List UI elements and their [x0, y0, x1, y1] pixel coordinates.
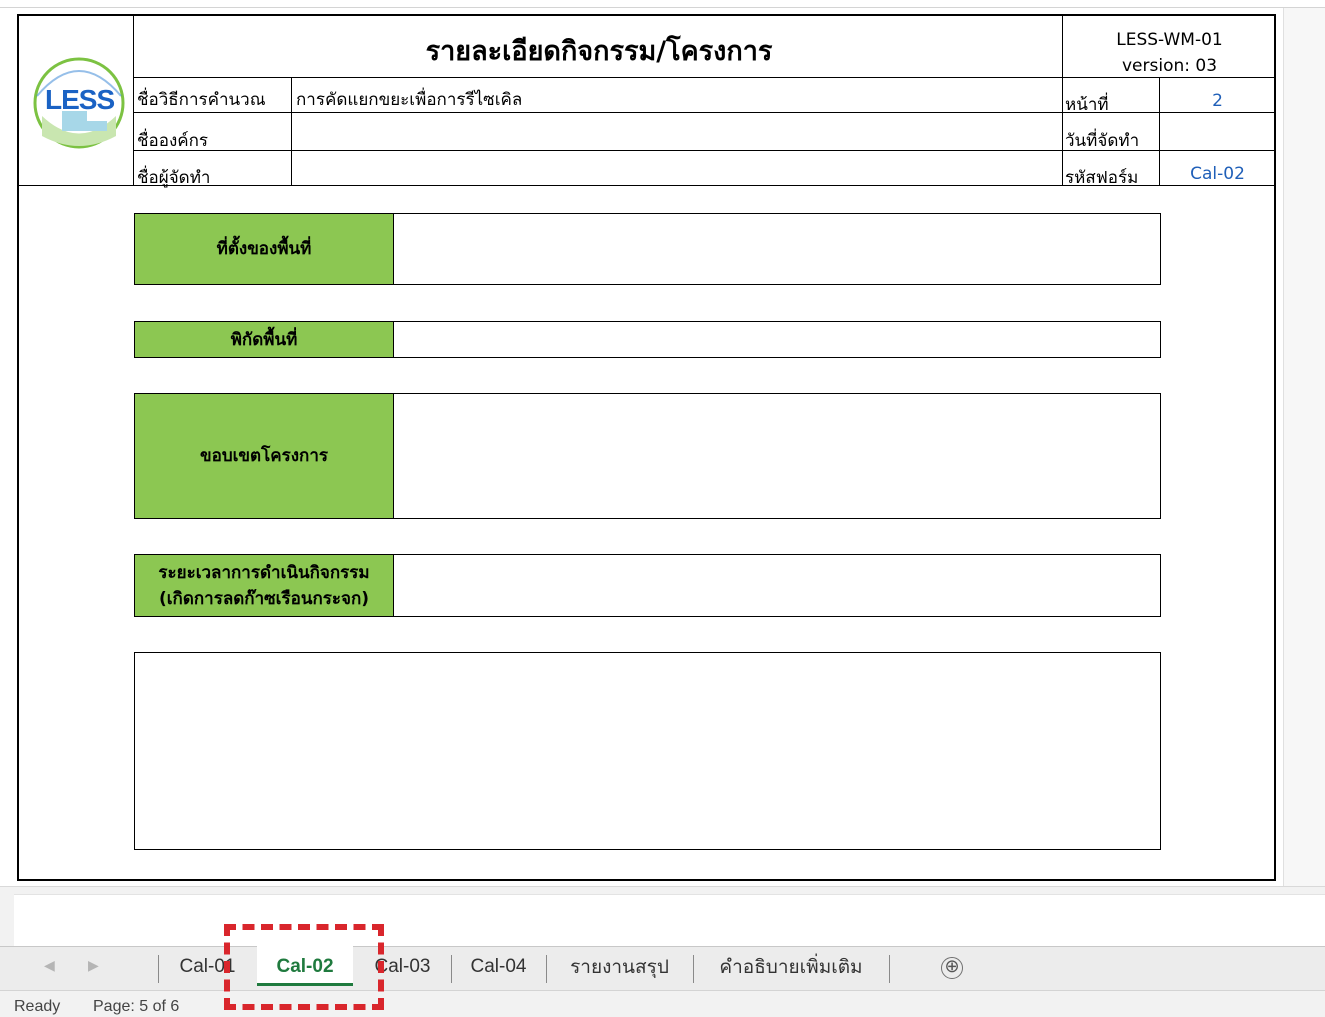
sheet-right-margin	[1283, 8, 1325, 886]
page-title: รายละเอียดกิจกรรม/โครงการ	[425, 36, 773, 67]
tab-cal-04[interactable]: Cal-04	[452, 948, 545, 986]
print-page: LESS รายละเอียดกิจกรรม/โครงการ LESS-WM-0…	[17, 14, 1276, 881]
form-code-label: รหัสฟอร์ม	[1065, 168, 1139, 188]
scroll-left-icon[interactable]: ◀	[44, 958, 55, 974]
location-input[interactable]	[393, 213, 1161, 285]
tab-separator	[158, 955, 159, 983]
status-page: Page: 5 of 6	[93, 998, 180, 1015]
date-label: วันที่จัดทำ	[1065, 131, 1140, 151]
spreadsheet-area: LESS รายละเอียดกิจกรรม/โครงการ LESS-WM-0…	[0, 0, 1325, 947]
status-ready: Ready	[14, 998, 61, 1015]
preparer-label: ชื่อผู้จัดทำ	[137, 168, 211, 188]
tab-cal-03[interactable]: Cal-03	[355, 948, 450, 986]
period-label: ระยะเวลาการดำเนินกิจกรรม (เกิดการลดก๊าซเ…	[134, 554, 394, 617]
period-label-line1: ระยะเวลาการดำเนินกิจกรรม	[158, 562, 370, 583]
tab-separator	[889, 955, 890, 983]
method-value[interactable]: การคัดแยกขยะเพื่อการรีไซเคิล	[296, 86, 522, 113]
location-label: ที่ตั้งของพื้นที่	[134, 213, 394, 285]
scope-input[interactable]	[393, 393, 1161, 519]
organization-label: ชื่อองค์กร	[137, 131, 209, 151]
add-sheet-icon[interactable]: ⊕	[941, 957, 963, 979]
logo-text: LESS	[45, 84, 115, 115]
method-label: ชื่อวิธีการคำนวณ	[137, 90, 266, 110]
scope-label: ขอบเขตโครงการ	[134, 393, 394, 519]
doc-code: LESS-WM-01	[1116, 30, 1223, 50]
coordinates-input[interactable]	[393, 321, 1161, 358]
period-label-line2: (เกิดการลดก๊าซเรือนกระจก)	[158, 588, 370, 609]
tab-summary-report[interactable]: รายงานสรุป	[547, 948, 692, 986]
sheet-top-border	[0, 7, 1325, 8]
tab-cal-01[interactable]: Cal-01	[160, 948, 255, 986]
scroll-right-icon[interactable]: ▶	[88, 958, 99, 974]
coordinates-label: พิกัดพื้นที่	[134, 321, 394, 358]
form-code-value[interactable]: Cal-02	[1159, 164, 1276, 184]
tab-cal-02[interactable]: Cal-02	[257, 948, 353, 986]
grid-line	[291, 77, 292, 186]
notes-box[interactable]	[134, 652, 1161, 850]
status-bar	[0, 990, 1325, 1017]
doc-version: version: 03	[1121, 56, 1218, 76]
period-input[interactable]	[393, 554, 1161, 617]
page-number-value[interactable]: 2	[1159, 91, 1276, 111]
document-id: LESS-WM-01 version: 03	[1064, 27, 1275, 79]
tab-additional-notes[interactable]: คำอธิบายเพิ่มเติม	[694, 948, 888, 986]
page-number-label: หน้าที่	[1065, 95, 1109, 115]
sheet-bottom-space	[14, 894, 1325, 947]
